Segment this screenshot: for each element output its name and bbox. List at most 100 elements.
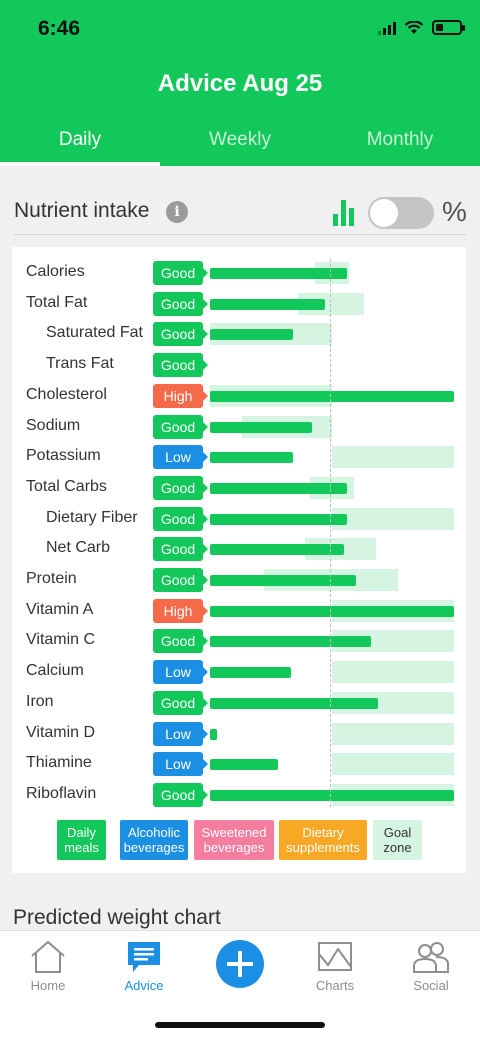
- legend-item: Alcoholic beverages: [120, 820, 188, 860]
- app-header: 6:46 Advice Aug 25 Daily Weekly Monthly: [0, 0, 480, 166]
- status-badge: Good: [153, 322, 208, 347]
- tab-weekly[interactable]: Weekly: [160, 118, 320, 166]
- nutrient-row[interactable]: Protein Good: [12, 565, 466, 595]
- status-badge: Low: [153, 660, 208, 685]
- intake-track: [210, 661, 454, 684]
- intake-track: [210, 262, 454, 284]
- home-icon: [31, 940, 65, 973]
- intake-track: [210, 753, 454, 776]
- intake-track: [210, 384, 454, 407]
- intake-track: [210, 783, 454, 806]
- period-tabs: Daily Weekly Monthly: [0, 118, 480, 166]
- nutrient-name: Vitamin C: [26, 631, 96, 649]
- nav-advice-label: Advice: [124, 978, 164, 993]
- nutrient-name: Protein: [26, 570, 77, 587]
- intake-track: [210, 630, 454, 653]
- nav-charts-label: Charts: [315, 978, 355, 993]
- nutrient-name: Net Carb: [46, 539, 111, 557]
- add-entry-button[interactable]: [216, 940, 264, 988]
- nutrient-row[interactable]: Potassium Low: [12, 442, 466, 472]
- intake-track: [210, 476, 454, 499]
- intake-bar: [210, 605, 454, 617]
- intake-bar: [210, 789, 454, 801]
- nutrient-name: Total Fat: [26, 293, 88, 311]
- bottom-nav: Home Advice Charts Social: [0, 930, 480, 1038]
- section-title: Nutrient intake: [14, 199, 150, 222]
- nutrient-row[interactable]: Riboflavin Good: [12, 780, 466, 810]
- status-badge: Good: [153, 291, 208, 316]
- nutrient-name: Total Carbs: [26, 477, 107, 495]
- goal-zone: [332, 722, 454, 745]
- nutrient-row[interactable]: Vitamin D Low: [12, 719, 466, 749]
- legend-item: Dietary supplements: [279, 820, 367, 860]
- goal-zone: [332, 446, 454, 469]
- intake-bar: [210, 667, 291, 679]
- status-badge: Good: [153, 690, 208, 715]
- intake-bar: [210, 697, 379, 709]
- tab-daily[interactable]: Daily: [0, 118, 160, 166]
- plus-icon: [227, 951, 253, 977]
- status-time: 6:46: [38, 17, 81, 40]
- status-badge: Low: [153, 752, 208, 777]
- status-badge: High: [153, 598, 208, 623]
- intake-track: [210, 599, 454, 622]
- nutrient-row[interactable]: Trans Fat Good: [12, 350, 466, 380]
- nutrient-name: Vitamin D: [26, 723, 96, 741]
- bar-chart-icon[interactable]: [332, 198, 356, 226]
- nav-charts[interactable]: Charts: [287, 931, 383, 1001]
- intake-track: [210, 354, 454, 376]
- legend-item: Daily meals: [57, 820, 106, 860]
- intake-track: [210, 323, 454, 346]
- nutrient-row[interactable]: Cholesterol High: [12, 381, 466, 411]
- intake-track: [210, 446, 454, 469]
- nutrient-name: Cholesterol: [26, 385, 107, 403]
- nutrient-name: Calories: [26, 263, 85, 280]
- nutrient-row[interactable]: Thiamine Low: [12, 749, 466, 779]
- intake-bar: [210, 452, 293, 464]
- nutrient-row[interactable]: Calcium Low: [12, 657, 466, 687]
- nutrient-name: Thiamine: [26, 754, 92, 772]
- intake-bar: [210, 482, 347, 494]
- intake-track: [210, 691, 454, 714]
- nutrient-row[interactable]: Net Carb Good: [12, 534, 466, 564]
- nutrient-row[interactable]: Total Fat Good: [12, 289, 466, 319]
- status-badge: Good: [153, 537, 208, 562]
- nutrient-row[interactable]: Vitamin C Good: [12, 626, 466, 656]
- nutrient-name: Potassium: [26, 447, 101, 465]
- legend-item: Sweetened beverages: [194, 820, 274, 860]
- percent-label: %: [442, 196, 467, 227]
- nutrient-row[interactable]: Total Carbs Good: [12, 473, 466, 503]
- nav-home[interactable]: Home: [0, 931, 96, 1001]
- status-badge: Good: [153, 475, 208, 500]
- active-tab-indicator: [0, 162, 160, 166]
- nutrient-intake-header: Nutrient intake i %: [14, 196, 467, 232]
- advice-icon: [128, 942, 160, 972]
- nav-social[interactable]: Social: [383, 931, 479, 1001]
- nav-home-label: Home: [30, 978, 66, 993]
- nutrient-name: Vitamin A: [26, 600, 94, 618]
- nutrient-row[interactable]: Calories Good: [12, 258, 466, 288]
- nutrient-row[interactable]: Iron Good: [12, 688, 466, 718]
- nutrient-name: Calcium: [26, 662, 84, 680]
- intake-track: [210, 507, 454, 530]
- nutrient-row[interactable]: Saturated Fat Good: [12, 319, 466, 349]
- intake-bar: [210, 390, 454, 402]
- goal-zone: [332, 507, 454, 530]
- nav-social-label: Social: [413, 978, 449, 993]
- intake-bar: [210, 759, 279, 771]
- nutrient-row[interactable]: Vitamin A High: [12, 596, 466, 626]
- tab-monthly[interactable]: Monthly: [320, 118, 480, 166]
- status-badge: Good: [153, 568, 208, 592]
- status-icons: [378, 20, 465, 35]
- nutrient-row[interactable]: Sodium Good: [12, 412, 466, 442]
- nutrient-name: Sodium: [26, 416, 81, 434]
- intake-track: [210, 538, 454, 561]
- nutrient-row[interactable]: Dietary Fiber Good: [12, 504, 466, 534]
- nav-advice[interactable]: Advice: [96, 931, 192, 1001]
- wifi-icon: [404, 20, 424, 34]
- social-icon: [413, 942, 449, 973]
- percent-toggle[interactable]: [368, 197, 434, 229]
- status-badge: Good: [153, 782, 208, 807]
- info-icon[interactable]: i: [166, 201, 188, 223]
- cellular-signal-icon: [378, 21, 396, 35]
